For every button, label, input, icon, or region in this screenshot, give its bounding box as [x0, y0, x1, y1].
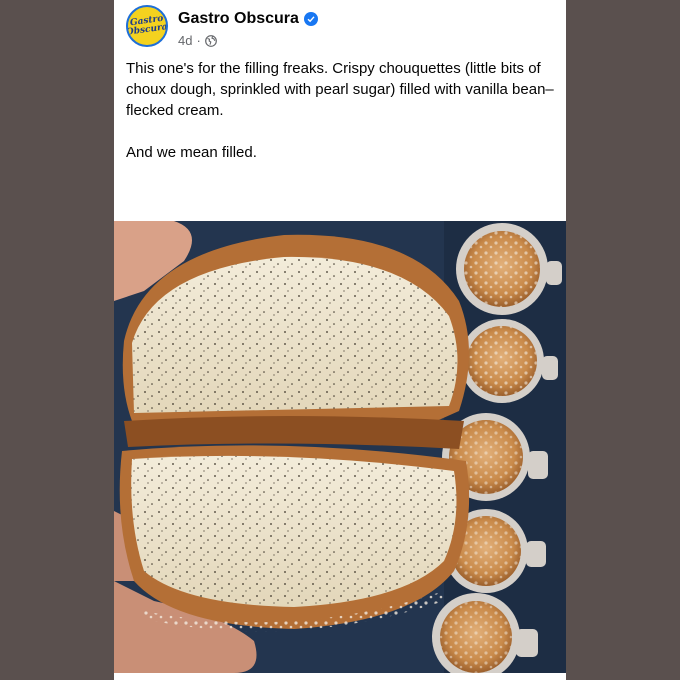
- post-paragraph-1: This one's for the filling freaks. Crisp…: [126, 60, 554, 119]
- meta-separator: ·: [196, 33, 201, 48]
- globe-icon[interactable]: [204, 34, 217, 47]
- post-paragraph-2: And we mean filled.: [126, 144, 257, 161]
- author-name[interactable]: Gastro Obscura: [178, 10, 299, 28]
- post-photo[interactable]: [114, 221, 566, 673]
- author-name-row: Gastro Obscura: [178, 10, 318, 28]
- post-meta: 4d ·: [178, 33, 217, 48]
- avatar[interactable]: Gastro Obscura: [126, 5, 168, 47]
- card-bottom-edge: [114, 673, 566, 680]
- chouquette-photo-illustration: [114, 221, 566, 673]
- post-text: This one's for the filling freaks. Crisp…: [126, 58, 554, 163]
- post-card: Gastro Obscura Gastro Obscura 4d · This …: [114, 0, 566, 680]
- post-time[interactable]: 4d: [178, 33, 192, 48]
- cut-chouquette: [119, 234, 470, 632]
- post-header: Gastro Obscura Gastro Obscura 4d ·: [114, 0, 566, 56]
- verified-badge-icon: [303, 12, 318, 26]
